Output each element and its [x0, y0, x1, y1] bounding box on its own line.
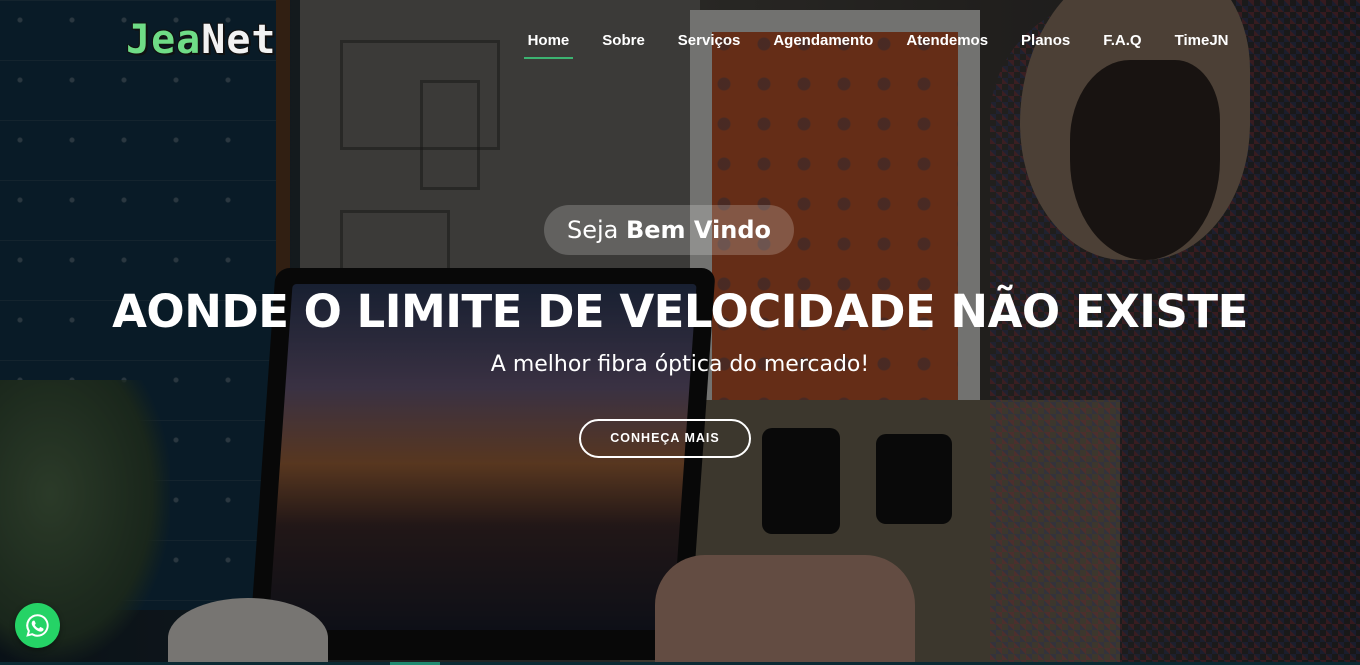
welcome-bold: Bem Vindo [625, 216, 772, 244]
learn-more-button[interactable]: CONHEÇA MAIS [579, 419, 751, 458]
welcome-prefix: Seja [566, 216, 619, 244]
whatsapp-icon [26, 614, 49, 637]
welcome-badge: Seja Bem Vindo [544, 205, 794, 255]
hero-headline: AONDE O LIMITE DE VELOCIDADE NÃO EXISTE [112, 285, 1248, 338]
hero-section: Seja Bem Vindo AONDE O LIMITE DE VELOCID… [0, 0, 1360, 665]
hero-subline: A melhor fibra óptica do mercado! [490, 352, 870, 377]
whatsapp-button[interactable] [15, 603, 60, 648]
